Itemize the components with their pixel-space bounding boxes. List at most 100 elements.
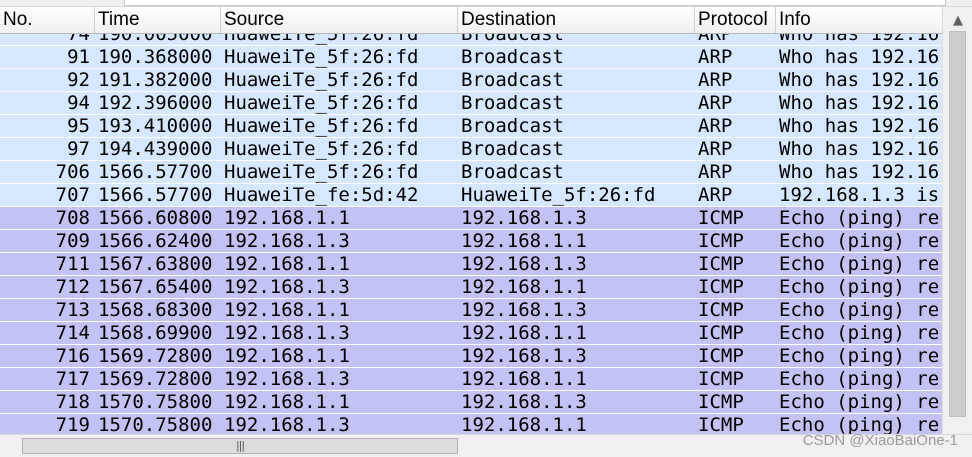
scroll-up-icon[interactable]: ▲ [948, 11, 968, 31]
filter-input-edge[interactable] [124, 0, 946, 6]
packet-time: 1568.69900 [98, 322, 213, 344]
packet-time: 190.368000 [98, 46, 213, 68]
packet-row[interactable]: 713 1568.68300 192.168.1.1 192.168.1.3 ICMP E… [0, 299, 942, 322]
packet-source: HuaweiTe_5f:26:fd [224, 69, 419, 91]
packet-row[interactable]: 717 1569.72800 192.168.1.3 192.168.1.1 ICMP E… [0, 368, 942, 391]
packet-protocol: ARP [698, 46, 733, 68]
packet-protocol: ICMP [698, 230, 744, 252]
packet-source: 192.168.1.1 [224, 207, 350, 229]
packet-info: Echo (ping) re [779, 322, 940, 344]
packet-info: Who has 192.16 [779, 161, 940, 183]
packet-time: 194.439000 [98, 138, 213, 160]
column-header-info[interactable]: Info [776, 7, 942, 33]
packet-source: 192.168.1.1 [224, 299, 350, 321]
packet-destination: 192.168.1.3 [461, 345, 587, 367]
packet-destination: 192.168.1.1 [461, 230, 587, 252]
packet-destination: 192.168.1.3 [461, 391, 587, 413]
packet-row[interactable]: 74 190.005000 HuaweiTe_5f:26:fd Broadcast AR… [0, 34, 942, 46]
packet-time: 1567.65400 [98, 276, 213, 298]
packet-info: Echo (ping) re [779, 299, 940, 321]
packet-protocol: ICMP [698, 414, 744, 434]
packet-no: 717 [55, 368, 90, 390]
packet-protocol: ICMP [698, 368, 744, 390]
packet-list-header: No. Time Source Destination Protocol Inf… [0, 7, 942, 34]
packet-protocol: ARP [698, 115, 733, 137]
packet-row[interactable]: 708 1566.60800 192.168.1.1 192.168.1.3 ICMP E… [0, 207, 942, 230]
packet-row[interactable]: 92 191.382000 HuaweiTe_5f:26:fd Broadcast AR… [0, 69, 942, 92]
packet-time: 193.410000 [98, 115, 213, 137]
packet-info: Who has 192.16 [779, 115, 940, 137]
vertical-scroll-thumb[interactable] [949, 31, 966, 417]
packet-source: 192.168.1.3 [224, 368, 350, 390]
packet-info: Echo (ping) re [779, 391, 940, 413]
packet-source: 192.168.1.3 [224, 414, 350, 434]
packet-source: HuaweiTe_5f:26:fd [224, 138, 419, 160]
packet-protocol: ICMP [698, 322, 744, 344]
packet-time: 191.382000 [98, 69, 213, 91]
packet-info: Echo (ping) re [779, 368, 940, 390]
packet-info: Echo (ping) re [779, 253, 940, 275]
column-header-no[interactable]: No. [0, 7, 95, 33]
packet-time: 1570.75800 [98, 414, 213, 434]
packet-time: 1566.62400 [98, 230, 213, 252]
packet-no: 707 [55, 184, 90, 206]
packet-time: 190.005000 [98, 34, 213, 45]
packet-row[interactable]: 91 190.368000 HuaweiTe_5f:26:fd Broadcast AR… [0, 46, 942, 69]
packet-no: 713 [55, 299, 90, 321]
packet-time: 192.396000 [98, 92, 213, 114]
packet-row[interactable]: 95 193.410000 HuaweiTe_5f:26:fd Broadcast AR… [0, 115, 942, 138]
packet-row[interactable]: 97 194.439000 HuaweiTe_5f:26:fd Broadcast AR… [0, 138, 942, 161]
packet-row[interactable]: 706 1566.57700 HuaweiTe_5f:26:fd Broadcast A… [0, 161, 942, 184]
packet-protocol: ARP [698, 69, 733, 91]
column-header-source[interactable]: Source [221, 7, 458, 33]
packet-info: Echo (ping) re [779, 276, 940, 298]
packet-row[interactable]: 94 192.396000 HuaweiTe_5f:26:fd Broadcast AR… [0, 92, 942, 115]
packet-destination: Broadcast [461, 161, 564, 183]
packet-row[interactable]: 707 1566.57700 HuaweiTe_fe:5d:42 HuaweiTe_5… [0, 184, 942, 207]
watermark: CSDN @XiaoBaiOne-1 [802, 432, 958, 449]
packet-source: HuaweiTe_5f:26:fd [224, 46, 419, 68]
packet-no: 716 [55, 345, 90, 367]
packet-destination: Broadcast [461, 69, 564, 91]
packet-destination: 192.168.1.1 [461, 414, 587, 434]
packet-destination: 192.168.1.3 [461, 207, 587, 229]
packet-no: 711 [55, 253, 90, 275]
packet-row[interactable]: 709 1566.62400 192.168.1.3 192.168.1.1 ICMP E… [0, 230, 942, 253]
packet-no: 709 [55, 230, 90, 252]
packet-row[interactable]: 718 1570.75800 192.168.1.1 192.168.1.3 ICMP E… [0, 391, 942, 414]
packet-info: Echo (ping) re [779, 207, 940, 229]
packet-info: Who has 192.16 [779, 92, 940, 114]
packet-row[interactable]: 714 1568.69900 192.168.1.3 192.168.1.1 ICMP E… [0, 322, 942, 345]
packet-row[interactable]: 711 1567.63800 192.168.1.1 192.168.1.3 ICMP E… [0, 253, 942, 276]
packet-time: 1566.60800 [98, 207, 213, 229]
packet-time: 1566.57700 [98, 184, 213, 206]
column-header-destination[interactable]: Destination [458, 7, 695, 33]
packet-row[interactable]: 712 1567.65400 192.168.1.3 192.168.1.1 ICMP E… [0, 276, 942, 299]
packet-destination: HuaweiTe_5f:26:fd [461, 184, 656, 206]
packet-source: 192.168.1.3 [224, 276, 350, 298]
packet-info: Who has 192.16 [779, 138, 940, 160]
column-header-time[interactable]: Time [95, 7, 221, 33]
packet-destination: 192.168.1.1 [461, 368, 587, 390]
packet-source: 192.168.1.3 [224, 322, 350, 344]
packet-source: HuaweiTe_fe:5d:42 [224, 184, 419, 206]
vertical-scrollbar[interactable]: ▲ [942, 7, 972, 434]
packet-time: 1569.72800 [98, 345, 213, 367]
packet-destination: Broadcast [461, 92, 564, 114]
packet-info: Echo (ping) re [779, 230, 940, 252]
packet-protocol: ARP [698, 34, 733, 45]
packet-protocol: ARP [698, 184, 733, 206]
packet-info: 192.168.1.3 is [779, 184, 940, 206]
packet-protocol: ICMP [698, 345, 744, 367]
packet-row[interactable]: 719 1570.75800 192.168.1.3 192.168.1.1 ICMP E… [0, 414, 942, 434]
packet-destination: 192.168.1.3 [461, 253, 587, 275]
packet-destination: Broadcast [461, 46, 564, 68]
column-header-protocol[interactable]: Protocol [695, 7, 776, 33]
packet-no: 74 [67, 34, 90, 45]
packet-no: 92 [67, 69, 90, 91]
horizontal-scroll-thumb[interactable]: ||| [22, 438, 458, 454]
packet-row[interactable]: 716 1569.72800 192.168.1.1 192.168.1.3 ICMP E… [0, 345, 942, 368]
packet-protocol: ICMP [698, 276, 744, 298]
packet-destination: 192.168.1.3 [461, 299, 587, 321]
packet-info: Who has 192.16 [779, 34, 940, 45]
